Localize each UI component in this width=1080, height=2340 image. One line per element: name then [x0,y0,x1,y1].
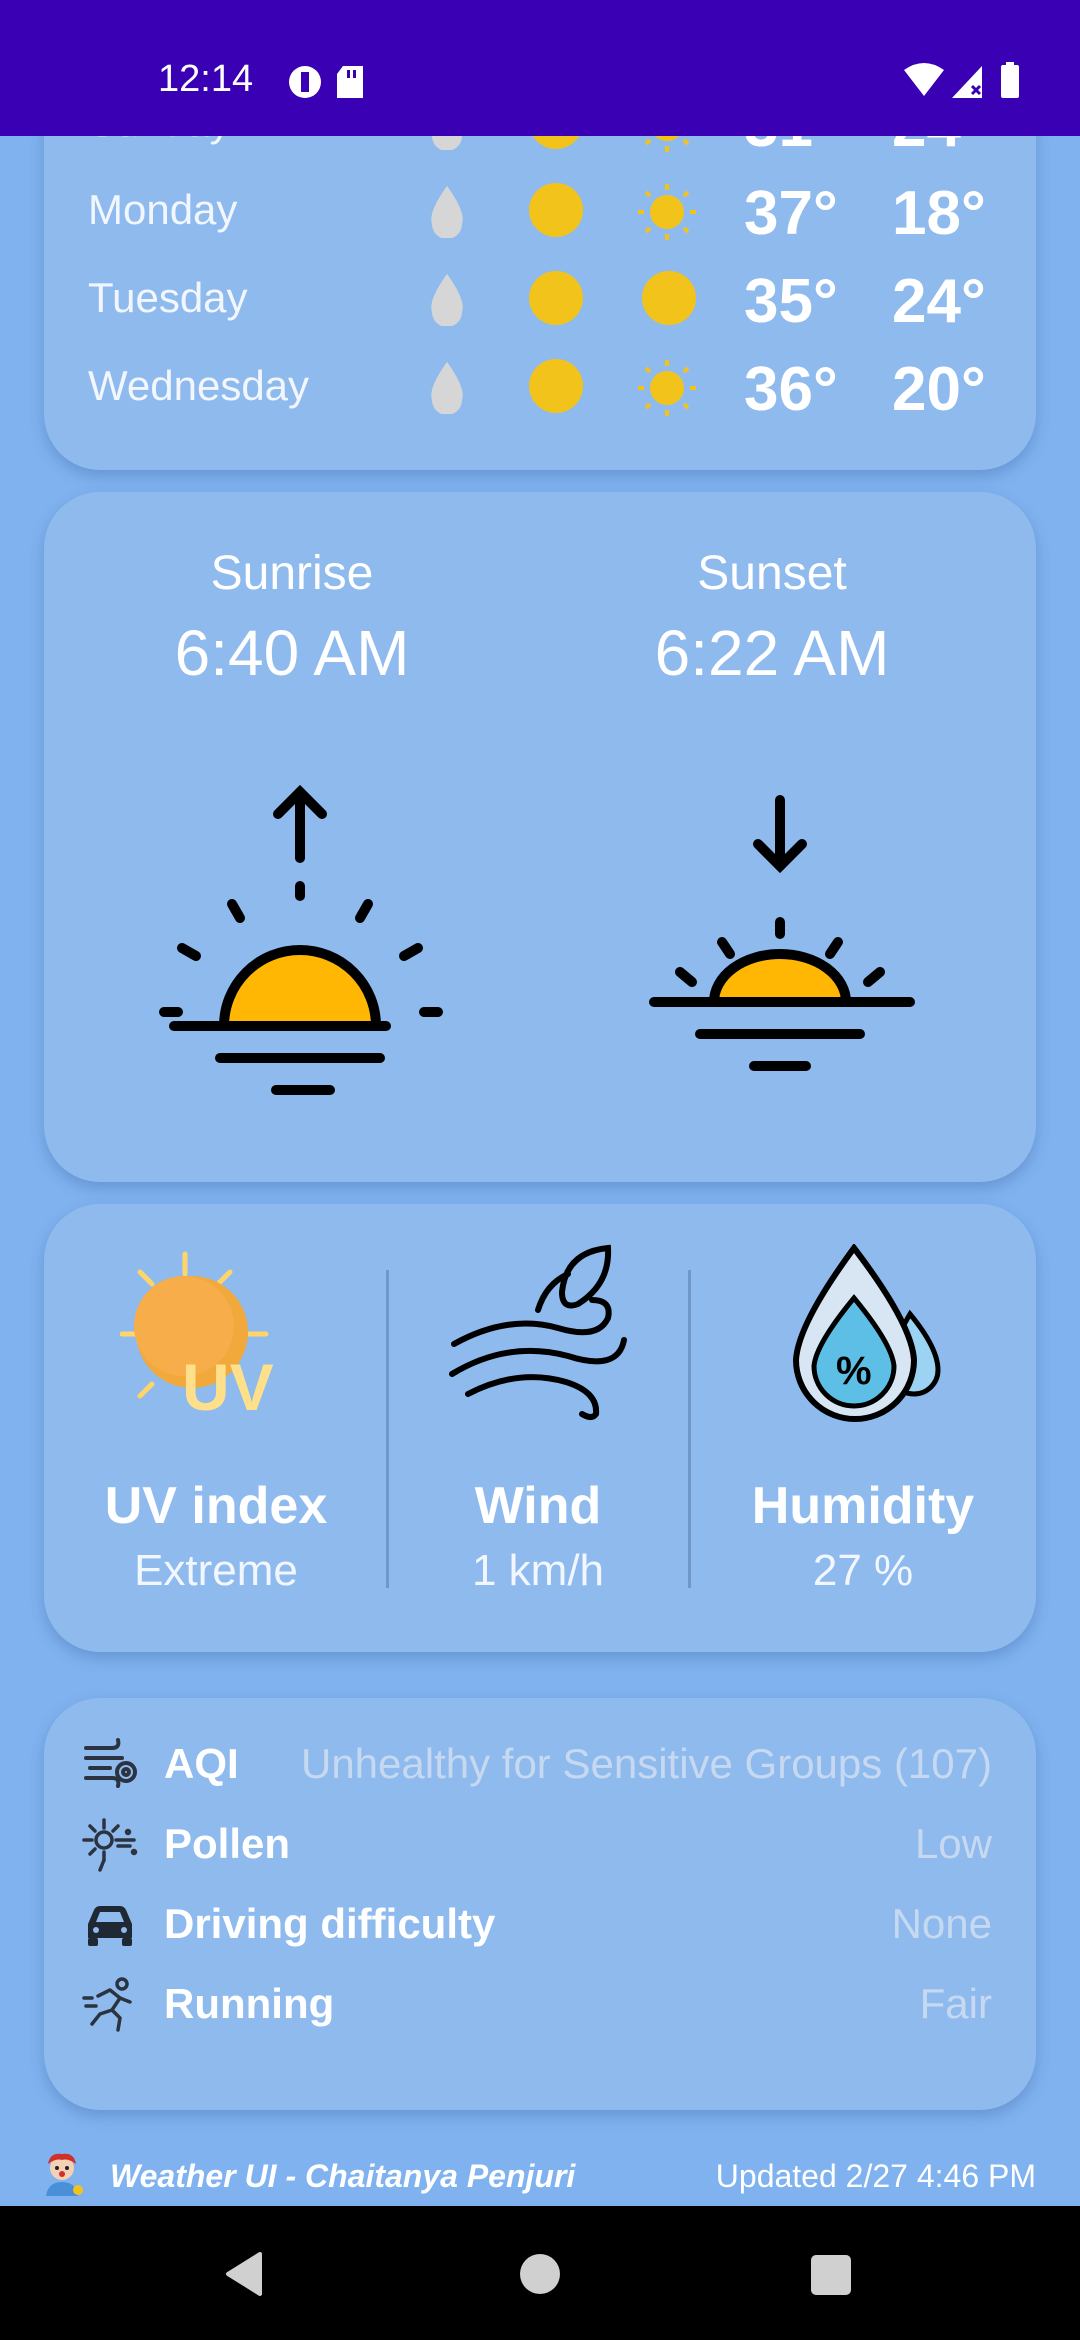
forecast-low: 24° [892,267,986,336]
status-left-icons [285,62,375,107]
battery-icon [1001,62,1019,98]
sun-rays-icon [638,184,696,240]
sun-rays-icon [638,360,696,416]
recents-button[interactable] [810,2254,852,2296]
forecast-day: Tuesday [88,274,248,321]
humidity-value: 27 % [812,1546,914,1595]
forecast-low: 18° [892,179,986,248]
detail-row: Pollen Low [44,1802,1036,1882]
sun-card: Sunrise 6:40 AM Sunset 6:22 AM [44,492,1036,1182]
detail-label: Driving difficulty [164,1900,496,1947]
wind-metric: Wind 1 km/h [388,1204,688,1652]
forecast-high: 37° [744,179,838,248]
humidity-metric: % Humidity 27 % [690,1204,1036,1652]
status-bar: 12:14 [0,0,1080,136]
running-icon [82,1977,132,2032]
uv-value: Extreme [134,1546,298,1595]
humidity-label: Humidity [751,1477,975,1535]
forecast-day: Monday [88,186,238,233]
app-logo-icon [46,2153,83,2196]
aqi-icon [84,1738,137,1788]
details-card: AQI Unhealthy for Sensitive Groups (107)… [44,1698,1036,2110]
car-icon [88,1906,132,1946]
sunset-label: Sunset [697,547,847,600]
uv-sun-icon: UV [120,1251,274,1418]
rain-drop-icon [431,362,463,414]
detail-row: AQI Unhealthy for Sensitive Groups (107) [44,1722,1036,1802]
sunrise-icon [159,784,443,1095]
wind-value: 1 km/h [471,1546,605,1595]
sun-ball-icon [529,271,583,325]
sun-ball-icon [642,271,696,325]
navigation-bar [0,2206,1080,2340]
data-saver-icon [289,66,321,98]
forecast-high: 35° [744,267,838,336]
forecast-row: Wednesday 36° 20° [44,344,1036,424]
wifi-icon [904,63,944,96]
rain-drop-icon [431,274,463,326]
home-button[interactable] [518,2252,562,2296]
pollen-icon [82,1818,138,1872]
sun-ball-icon [529,183,583,237]
rain-drop-icon [431,186,463,238]
status-right-icons [902,60,1032,107]
detail-row: Driving difficulty None [44,1882,1036,1962]
updated-timestamp: Updated 2/27 4:46 PM [715,2158,1036,2194]
wind-icon [449,1244,627,1420]
sunset-time: 6:22 AM [654,617,890,689]
detail-label: Running [164,1980,335,2027]
detail-value: None [891,1900,992,1947]
forecast-card: Sunday 31° 24° Monday 37° 18° Tuesday 35… [44,80,1036,470]
forecast-day: Wednesday [88,362,310,409]
sd-card-icon [337,66,363,98]
detail-value: Unhealthy for Sensitive Groups (107) [300,1740,992,1787]
app-credit: Weather UI - Chaitanya Penjuri [110,2158,576,2194]
back-button[interactable] [220,2250,268,2298]
sunrise-time: 6:40 AM [174,617,410,689]
metrics-card: UV UV index Extreme Wind 1 km/h % Humidi… [44,1204,1036,1652]
signal-icon [952,66,982,98]
detail-value: Fair [919,1980,992,2027]
forecast-row: Tuesday 35° 24° [44,256,1036,336]
forecast-low: 20° [892,355,986,424]
svg-text:%: % [836,1349,872,1393]
sunset-icon [649,795,915,1071]
sunrise-label: Sunrise [210,547,374,600]
detail-value: Low [914,1820,992,1867]
uv-label: UV index [104,1477,328,1535]
sun-ball-icon [529,359,583,413]
humidity-icon: % [792,1244,941,1422]
detail-label: Pollen [164,1820,291,1867]
status-time: 12:14 [158,58,254,100]
detail-row: Running Fair [44,1962,1036,2042]
wind-label: Wind [474,1477,602,1535]
detail-label: AQI [164,1740,239,1787]
uv-metric: UV UV index Extreme [44,1204,388,1652]
svg-text:UV: UV [182,1350,274,1418]
forecast-high: 36° [744,355,838,424]
forecast-row: Monday 37° 18° [44,168,1036,248]
